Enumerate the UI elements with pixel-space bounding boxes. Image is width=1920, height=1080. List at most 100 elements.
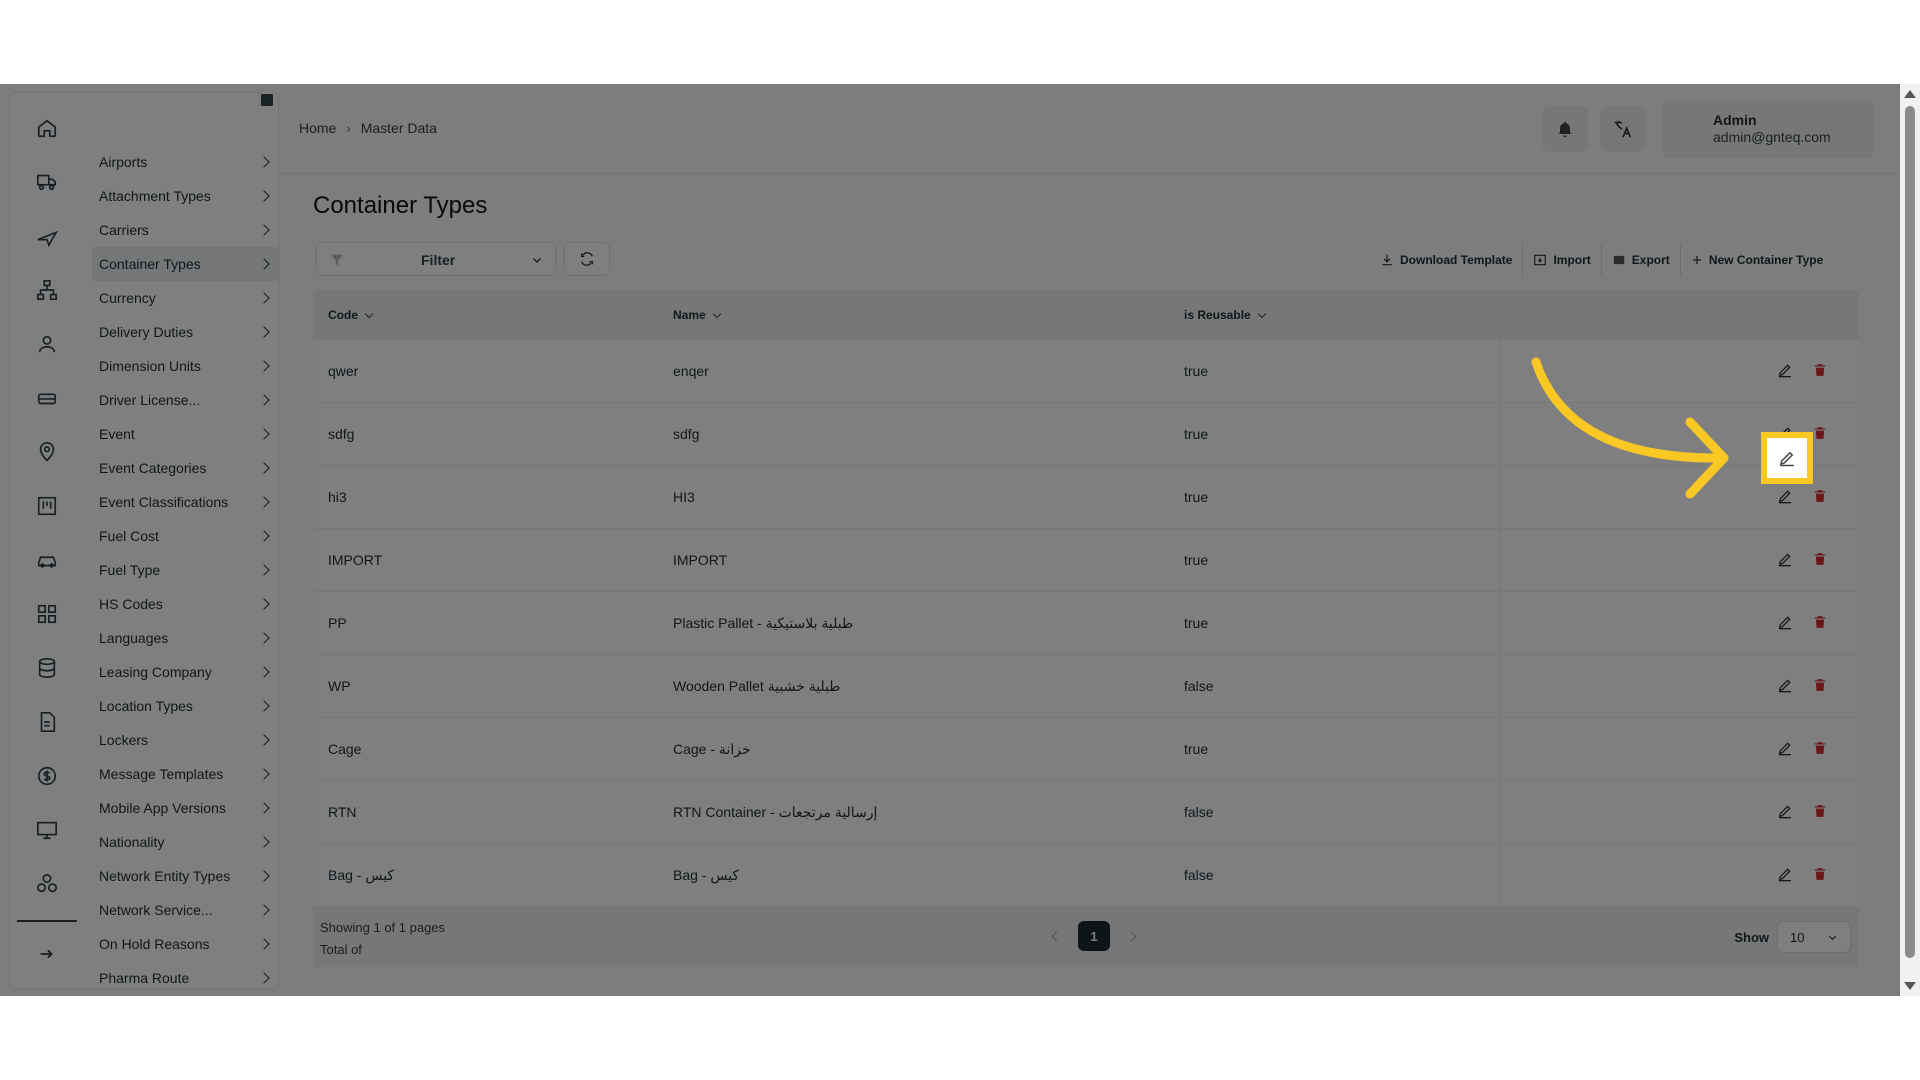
breadcrumb-home[interactable]: Home: [299, 120, 336, 136]
column-header-name[interactable]: Name: [658, 308, 1169, 322]
user-profile-card[interactable]: Admin admin@gnteq.com: [1661, 100, 1875, 158]
page-size-select[interactable]: 10: [1777, 921, 1851, 953]
sidebar-item-currency[interactable]: Currency: [92, 281, 280, 315]
export-button[interactable]: Export: [1602, 244, 1681, 276]
sidebar-item-container-types[interactable]: Container Types: [92, 247, 280, 281]
sidebar-item-dimension-units[interactable]: Dimension Units: [92, 349, 280, 383]
sidebar-item-event-categories[interactable]: Event Categories: [92, 451, 280, 485]
column-header-is-reusable[interactable]: is Reusable: [1169, 308, 1499, 322]
top-header: Home › Master Data Admin admin@gnteq.com: [279, 84, 1900, 174]
page-button-current[interactable]: 1: [1078, 921, 1110, 951]
sidebar-item-event-classifications[interactable]: Event Classifications: [92, 485, 280, 519]
language-button[interactable]: [1600, 106, 1646, 152]
delete-icon[interactable]: [1813, 803, 1833, 823]
sidebar-item-message-templates[interactable]: Message Templates: [92, 757, 280, 791]
sidebar-item-leasing-company[interactable]: Leasing Company: [92, 655, 280, 689]
breadcrumb-master-data[interactable]: Master Data: [361, 120, 437, 136]
rail-divider: [17, 920, 77, 922]
edit-icon[interactable]: [1777, 866, 1797, 886]
vehicle-icon[interactable]: [36, 387, 58, 409]
filter-dropdown[interactable]: Filter: [316, 242, 556, 276]
board-icon[interactable]: [36, 495, 58, 517]
cell-code: IMPORT: [328, 552, 383, 568]
sidebar-item-fuel-type[interactable]: Fuel Type: [92, 553, 280, 587]
page-scrollbar[interactable]: [1900, 84, 1920, 996]
sidebar-collapse-button[interactable]: [259, 92, 275, 108]
user-icon[interactable]: [36, 333, 58, 355]
home-icon[interactable]: [36, 117, 58, 139]
refresh-button[interactable]: [564, 242, 610, 276]
app-frame: Airports Attachment Types Carriers Containe…: [0, 84, 1920, 996]
edit-icon[interactable]: [1777, 614, 1797, 634]
sidebar-item-attachment-types[interactable]: Attachment Types: [92, 179, 280, 213]
delete-icon[interactable]: [1813, 677, 1833, 697]
delete-icon[interactable]: [1813, 362, 1833, 382]
column-header-code[interactable]: Code: [313, 308, 658, 322]
delete-icon[interactable]: [1813, 425, 1833, 445]
plane-icon[interactable]: [36, 225, 59, 248]
delete-icon[interactable]: [1813, 866, 1833, 886]
sidebar-item-event[interactable]: Event: [92, 417, 280, 451]
download-template-button[interactable]: Download Template: [1370, 244, 1524, 276]
new-container-type-button[interactable]: New Container Type: [1681, 244, 1833, 276]
import-button[interactable]: Import: [1523, 244, 1602, 276]
scroll-down-icon[interactable]: [1904, 982, 1916, 990]
cell-name: Wooden Pallet طبلية خشبية: [673, 677, 841, 694]
sidebar-item-languages[interactable]: Languages: [92, 621, 280, 655]
edit-icon[interactable]: [1777, 488, 1797, 508]
location-icon[interactable]: [36, 441, 58, 463]
edit-icon[interactable]: [1777, 803, 1797, 823]
edit-icon[interactable]: [1777, 677, 1797, 697]
delete-icon[interactable]: [1813, 551, 1833, 571]
network-icon[interactable]: [36, 873, 58, 895]
sidebar-item-label: On Hold Reasons: [99, 936, 210, 952]
truck-icon[interactable]: [36, 171, 58, 193]
hierarchy-icon[interactable]: [36, 279, 58, 301]
database-icon[interactable]: [36, 657, 58, 679]
page-size-value: 10: [1790, 929, 1805, 945]
sidebar-item-fuel-cost[interactable]: Fuel Cost: [92, 519, 280, 553]
document-icon[interactable]: [36, 711, 58, 733]
sidebar-item-lockers[interactable]: Lockers: [92, 723, 280, 757]
sidebar-item-network-service[interactable]: Network Service...: [92, 893, 280, 927]
dollar-icon[interactable]: [36, 765, 58, 787]
column-label: Name: [673, 308, 706, 322]
delete-icon[interactable]: [1813, 614, 1833, 634]
edit-icon[interactable]: [1777, 551, 1797, 571]
chevron-left-icon[interactable]: [1051, 931, 1062, 941]
logout-icon[interactable]: [36, 943, 58, 965]
sidebar-item-pharma-route[interactable]: Pharma Route: [92, 961, 280, 995]
cell-is-reusable: true: [1184, 615, 1209, 631]
edit-icon[interactable]: [1777, 740, 1797, 760]
sidebar-item-mobile-app-versions[interactable]: Mobile App Versions: [92, 791, 280, 825]
cell-name: HI3: [673, 489, 695, 505]
delete-icon[interactable]: [1813, 488, 1833, 508]
monitor-icon[interactable]: [36, 819, 58, 841]
sidebar-item-hs-codes[interactable]: HS Codes: [92, 587, 280, 621]
sidebar-item-carriers[interactable]: Carriers: [92, 213, 280, 247]
grid-icon[interactable]: [36, 603, 58, 625]
car-icon[interactable]: [36, 549, 58, 571]
edit-icon[interactable]: [1777, 362, 1797, 382]
sidebar-item-driver-license[interactable]: Driver License...: [92, 383, 280, 417]
sidebar-item-airports[interactable]: Airports: [92, 145, 280, 179]
sidebar-item-label: Currency: [99, 290, 156, 306]
user-name: Admin: [1713, 112, 1757, 128]
chevron-right-icon[interactable]: [1126, 931, 1137, 941]
sidebar-item-label: Lockers: [99, 732, 149, 748]
notifications-button[interactable]: [1542, 106, 1588, 152]
chevron-right-icon: [258, 462, 270, 474]
sidebar-item-nationality[interactable]: Nationality: [92, 825, 280, 859]
sidebar-item-network-entity-types[interactable]: Network Entity Types: [92, 859, 280, 893]
icon-rail: [10, 93, 85, 988]
sidebar-item-location-types[interactable]: Location Types: [92, 689, 280, 723]
delete-icon[interactable]: [1813, 740, 1833, 760]
cell-actions: [1499, 718, 1859, 780]
highlighted-edit-button[interactable]: [1761, 432, 1813, 484]
scroll-thumb[interactable]: [1905, 106, 1915, 958]
sidebar-item-on-hold-reasons[interactable]: On Hold Reasons: [92, 927, 280, 961]
scroll-up-icon[interactable]: [1904, 90, 1916, 98]
cell-is-reusable: false: [1184, 678, 1214, 694]
sidebar-item-delivery-duties[interactable]: Delivery Duties: [92, 315, 280, 349]
table-row: PP Plastic Pallet - طبلية بلاستيكية true: [313, 592, 1859, 655]
